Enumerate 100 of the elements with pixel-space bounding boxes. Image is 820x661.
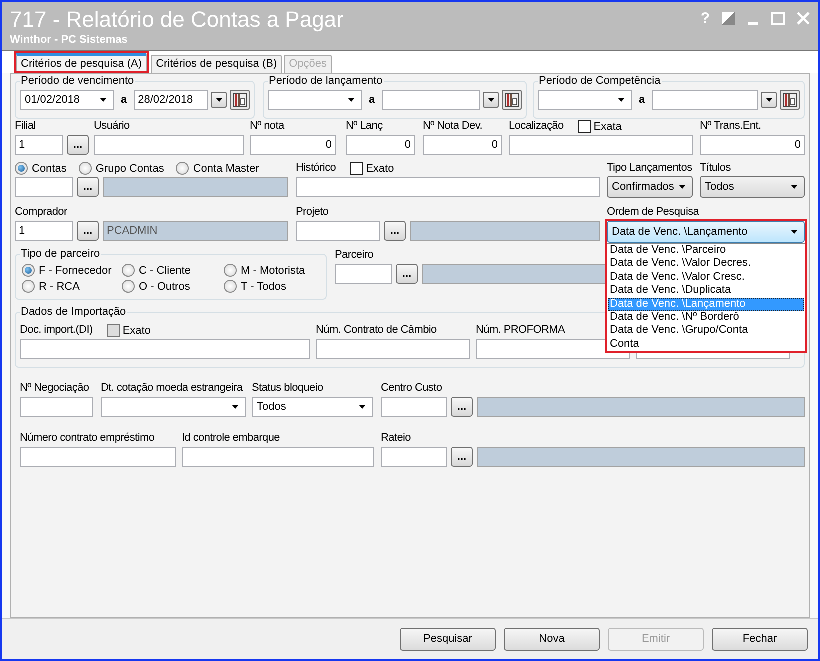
- dropdown-option[interactable]: Conta: [608, 338, 804, 352]
- field-label: Nº nota: [250, 119, 284, 134]
- date-field[interactable]: 01/02/2018: [20, 90, 114, 110]
- checkbox[interactable]: [578, 120, 591, 133]
- field-label: Número contrato empréstimo: [20, 431, 155, 446]
- caret-icon: [232, 405, 239, 409]
- group-title: Dados de Importação: [20, 306, 128, 319]
- input-field[interactable]: [182, 447, 374, 467]
- dropdown[interactable]: Todos: [700, 176, 805, 198]
- radio-button[interactable]: [122, 280, 135, 293]
- caret-icon: [679, 185, 686, 189]
- input-field[interactable]: [381, 447, 447, 467]
- browse-button[interactable]: ...: [451, 397, 473, 417]
- field-label: Centro Custo: [381, 381, 442, 396]
- input-field[interactable]: 1: [15, 221, 73, 241]
- caret-icon: [618, 98, 625, 102]
- tab[interactable]: Critérios de pesquisa (A): [16, 53, 148, 71]
- input-field[interactable]: [296, 221, 380, 241]
- dropdown-button[interactable]: [761, 92, 777, 108]
- field-label: Id controle embarque: [182, 431, 280, 446]
- dropdown-option[interactable]: Data de Venc. \Valor Cresc.: [608, 270, 804, 284]
- new-button[interactable]: Nova: [504, 628, 600, 650]
- browse-button[interactable]: ...: [451, 447, 473, 467]
- radio-button[interactable]: [176, 162, 190, 175]
- search-button[interactable]: Pesquisar: [400, 628, 496, 650]
- input-field[interactable]: [20, 339, 310, 359]
- radio-button[interactable]: [78, 162, 92, 175]
- date-field[interactable]: [268, 90, 362, 110]
- field-label: Nº Nota Dev.: [423, 119, 483, 134]
- field-label: Status bloqueio: [252, 381, 324, 396]
- input-field[interactable]: [296, 177, 600, 197]
- input-field[interactable]: [15, 177, 73, 197]
- field-label: Histórico: [296, 161, 336, 176]
- input-field[interactable]: 0: [346, 135, 415, 155]
- dropdown-option[interactable]: Data de Venc. \Valor Decres.: [608, 257, 804, 271]
- input-field[interactable]: [509, 135, 693, 155]
- radio-button[interactable]: [22, 280, 35, 293]
- field-label: Filial: [15, 119, 36, 134]
- input-field[interactable]: [335, 264, 392, 284]
- field-label: Títulos: [700, 161, 731, 176]
- calendar-button[interactable]: [502, 90, 522, 110]
- group-title: Tipo de parceiro: [20, 248, 102, 261]
- dropdown-button[interactable]: [211, 92, 227, 108]
- dropdown[interactable]: [101, 397, 246, 417]
- input-field[interactable]: [20, 447, 176, 467]
- input-field[interactable]: [316, 339, 470, 359]
- browse-button[interactable]: ...: [77, 177, 99, 197]
- window-title: 717 - Relatório de Contas a Pagar: [10, 7, 344, 33]
- close-icon[interactable]: [797, 12, 810, 25]
- dropdown-button[interactable]: [483, 92, 499, 108]
- input-field[interactable]: 0: [250, 135, 336, 155]
- dropdown-option[interactable]: Data de Venc. \Parceiro: [608, 244, 804, 258]
- browse-button[interactable]: ...: [67, 135, 89, 155]
- field-label: Usuário: [94, 119, 130, 134]
- window-subtitle: Winthor - PC Sistemas: [10, 34, 128, 46]
- input-field[interactable]: [20, 397, 93, 417]
- calendar-button[interactable]: [780, 90, 800, 110]
- description-field: PCADMIN: [103, 221, 288, 241]
- input-field[interactable]: [94, 135, 244, 155]
- caret-icon: [791, 185, 798, 189]
- field-label: Nº Lanç: [346, 119, 383, 134]
- dropdown-option[interactable]: Data de Venc. \Duplicata: [608, 284, 804, 298]
- input-field[interactable]: [381, 397, 447, 417]
- date-field[interactable]: 28/02/2018: [134, 90, 208, 110]
- date-field[interactable]: [652, 90, 758, 110]
- resize-icon[interactable]: [722, 12, 735, 25]
- dropdown[interactable]: Confirmados: [607, 176, 693, 198]
- checkbox[interactable]: [350, 162, 364, 175]
- checkbox-label: Exato: [122, 324, 151, 336]
- dropdown-option[interactable]: Data de Venc. \Grupo/Conta: [608, 324, 804, 338]
- caret-icon: [791, 230, 798, 234]
- field-label: Localização: [509, 119, 564, 134]
- dropdown-option[interactable]: Data de Venc. \Nº Borderô: [608, 311, 804, 324]
- dropdown[interactable]: Todos: [252, 397, 373, 417]
- field-label: Projeto: [296, 205, 329, 220]
- input-field[interactable]: 0: [423, 135, 502, 155]
- field-label: Dt. cotação moeda estrangeira: [101, 381, 243, 396]
- input-field[interactable]: 1: [15, 135, 63, 155]
- date-field[interactable]: [382, 90, 480, 110]
- close-button[interactable]: Fechar: [712, 628, 808, 650]
- caret-icon: [359, 405, 366, 409]
- radio-button[interactable]: [224, 264, 237, 277]
- dropdown[interactable]: Data de Venc. \Lançamento: [607, 221, 805, 243]
- browse-button[interactable]: ...: [384, 221, 406, 241]
- date-field[interactable]: [538, 90, 632, 110]
- caret-icon: [100, 98, 107, 102]
- field-label: Tipo Lançamentos: [607, 161, 692, 176]
- input-field[interactable]: 0: [700, 135, 805, 155]
- radio-button[interactable]: [15, 162, 28, 175]
- radio-label: C - Cliente: [139, 264, 191, 276]
- radio-button[interactable]: [122, 264, 135, 277]
- browse-button[interactable]: ...: [77, 221, 99, 241]
- tab[interactable]: Critérios de pesquisa (B): [151, 55, 282, 73]
- radio-button[interactable]: [224, 280, 237, 293]
- calendar-button[interactable]: [230, 90, 250, 110]
- caret-icon: [216, 98, 222, 102]
- browse-button[interactable]: ...: [396, 264, 418, 284]
- field-label: Núm. PROFORMA: [476, 323, 565, 338]
- radio-button[interactable]: [22, 264, 35, 277]
- maximize-icon[interactable]: [771, 12, 785, 25]
